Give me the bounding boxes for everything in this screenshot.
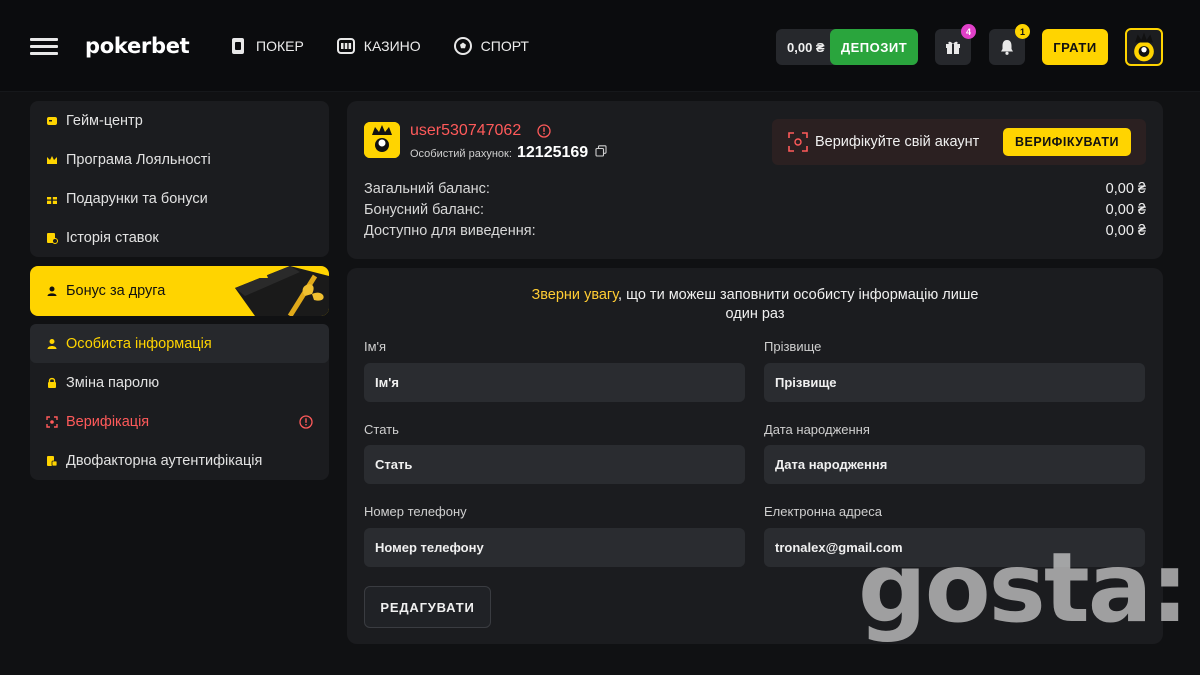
sidebar-menu-account: Особиста інформація Зміна паролю Верифік… (30, 324, 329, 480)
balance-value: 0,00 ₴ (1105, 223, 1146, 239)
pokerbet-logo[interactable]: pokerbet (85, 34, 190, 58)
verify-button[interactable]: ВЕРИФІКУВАТИ (1003, 128, 1131, 156)
balance-row-withdrawable: Доступно для виведення: 0,00 ₴ (364, 223, 1146, 239)
nav-item-poker[interactable]: ПОКЕР (228, 36, 304, 56)
crown-icon (47, 155, 57, 164)
balance-value: 0,00 ₴ (1105, 202, 1146, 218)
account-label: Особистий рахунок: (410, 148, 512, 160)
gender-input[interactable] (364, 445, 745, 484)
balance-label: Доступно для виведення: (364, 223, 536, 239)
sidebar-item-label: Особиста інформація (66, 335, 212, 352)
balance-box: 0,00 ₴ ДЕПОЗИТ (776, 29, 918, 65)
balance-row-bonus: Бонусний баланс: 0,00 ₴ (364, 202, 1146, 218)
play-button[interactable]: ГРАТИ (1042, 29, 1108, 65)
profile-avatar[interactable] (1125, 28, 1163, 66)
nav-item-casino[interactable]: КАЗИНО (336, 36, 421, 56)
edit-button[interactable]: РЕДАГУВАТИ (364, 586, 491, 628)
phone-input[interactable] (364, 528, 745, 567)
phone-label: Номер телефону (364, 504, 467, 519)
slot-machine-icon (336, 38, 355, 54)
sidebar-item-gifts-bonuses[interactable]: Подарунки та бонуси (30, 179, 329, 218)
gift-count-badge: 4 (961, 24, 976, 39)
sidebar-item-two-factor[interactable]: Двофакторна аутентифікація (30, 441, 329, 480)
sidebar-item-verification[interactable]: Верифікація (30, 402, 329, 441)
top-header: pokerbet ПОКЕР КАЗИНО СПОРТ 0,00 ₴ ДЕПОЗ… (0, 0, 1200, 92)
soccer-ball-icon (453, 37, 472, 55)
last-name-label: Прізвище (764, 339, 822, 354)
verify-account-banner: Верифікуйте свій акаунт ВЕРИФІКУВАТИ (772, 119, 1146, 165)
sidebar-item-personal-info[interactable]: Особиста інформація (30, 324, 329, 363)
coin-user-icon (47, 286, 57, 296)
lock-icon (48, 377, 56, 388)
nav-item-sport[interactable]: СПОРТ (453, 36, 529, 56)
balance-amount: 0,00 ₴ (787, 39, 825, 55)
birth-date-input[interactable] (764, 445, 1145, 484)
sidebar-item-label: Гейм-центр (66, 112, 143, 129)
referral-bonus-banner[interactable]: Бонус за друга (30, 266, 329, 316)
balance-label: Загальний баланс: (364, 181, 490, 197)
sidebar-item-label: Програма Лояльності (66, 151, 211, 168)
profile-summary-card: user530747062 Особистий рахунок: 1212516… (347, 101, 1163, 259)
form-notice: Зверни увагу, що ти можеш заповнити особ… (347, 286, 1163, 324)
crown-mascot-icon (1134, 32, 1154, 62)
sidebar-item-label: Подарунки та бонуси (66, 190, 208, 207)
bell-icon (1001, 40, 1013, 55)
notice-text: , що ти можеш заповнити особисту інформа… (618, 287, 979, 303)
gift-box-illustration (235, 266, 329, 316)
user-icon (47, 338, 57, 349)
watermark-text: gosta: (858, 532, 1189, 644)
copy-icon[interactable] (595, 145, 607, 157)
crown-mascot-icon (364, 122, 400, 158)
sidebar-item-bet-history[interactable]: Історія ставок (30, 218, 329, 257)
sidebar-item-loyalty[interactable]: Програма Лояльності (30, 140, 329, 179)
sidebar-item-label: Зміна паролю (66, 374, 160, 391)
verify-scan-icon (788, 132, 808, 152)
sidebar-item-change-password[interactable]: Зміна паролю (30, 363, 329, 402)
notifications-button[interactable]: 1 (989, 24, 1030, 65)
sidebar-menu-top: Гейм-центр Програма Лояльності Подарунки… (30, 101, 329, 257)
gifts-button[interactable]: 4 (935, 24, 976, 65)
verify-account-text: Верифікуйте свій акаунт (815, 134, 980, 150)
gift-icon (47, 196, 57, 204)
two-factor-icon (47, 455, 58, 466)
menu-burger-icon[interactable] (30, 38, 58, 56)
history-icon (47, 232, 58, 244)
warning-icon (537, 124, 551, 138)
sidebar-item-label: Верифікація (66, 413, 150, 430)
notice-text-line2: один раз (725, 306, 785, 322)
poker-card-icon (232, 38, 244, 54)
sidebar-item-label: Історія ставок (66, 229, 159, 246)
notice-highlight: Зверни увагу (531, 287, 619, 303)
warning-icon (299, 415, 313, 429)
account-number: 12125169 (517, 144, 589, 161)
main-nav: ПОКЕР КАЗИНО СПОРТ (228, 36, 529, 56)
sidebar-item-game-center[interactable]: Гейм-центр (30, 101, 329, 140)
nav-label: СПОРТ (480, 38, 529, 54)
first-name-label: Ім'я (364, 339, 387, 354)
verify-scan-icon (46, 415, 58, 428)
nav-label: ПОКЕР (256, 38, 304, 54)
user-avatar (364, 122, 400, 158)
gender-label: Стать (364, 422, 399, 437)
balance-value: 0,00 ₴ (1105, 181, 1146, 197)
first-name-input[interactable] (364, 363, 745, 402)
username: user530747062 (410, 122, 522, 139)
sidebar-item-label: Двофакторна аутентифікація (66, 452, 263, 469)
gift-icon (946, 41, 960, 54)
email-label: Електронна адреса (764, 504, 882, 519)
balance-row-total: Загальний баланс: 0,00 ₴ (364, 181, 1146, 197)
bonus-banner-label: Бонус за друга (66, 283, 166, 299)
deposit-button[interactable]: ДЕПОЗИТ (830, 29, 918, 65)
birth-date-label: Дата народження (764, 422, 870, 437)
game-center-icon (47, 116, 57, 125)
nav-label: КАЗИНО (363, 38, 421, 54)
last-name-input[interactable] (764, 363, 1145, 402)
balance-label: Бонусний баланс: (364, 202, 485, 218)
notification-count-badge: 1 (1015, 24, 1030, 39)
